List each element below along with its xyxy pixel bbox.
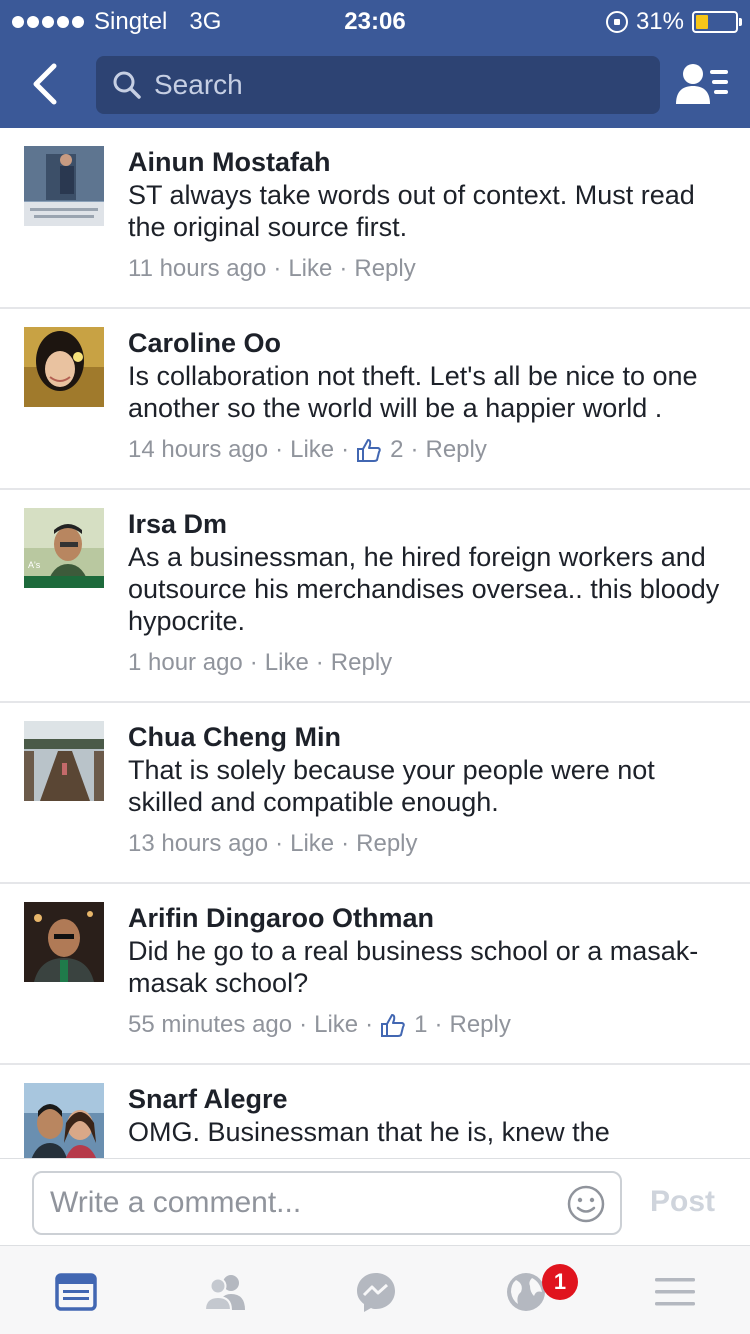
avatar[interactable]: A's <box>24 508 104 588</box>
thumbs-up-icon <box>357 439 381 462</box>
comment-author[interactable]: Chua Cheng Min <box>128 720 750 754</box>
search-input[interactable]: Search <box>96 56 660 114</box>
tab-notifications-globe-icon[interactable] <box>504 1270 548 1314</box>
nav-bar: Search <box>0 42 750 128</box>
like-link[interactable]: Like <box>265 647 309 679</box>
comment-author[interactable]: Irsa Dm <box>128 507 750 541</box>
comment-time[interactable]: 55 minutes ago <box>128 1009 292 1041</box>
tab-menu-hamburger-icon[interactable] <box>653 1270 697 1314</box>
like-link[interactable]: Like <box>290 828 334 860</box>
comment-author[interactable]: Caroline Oo <box>128 326 750 360</box>
like-link[interactable]: Like <box>288 253 332 285</box>
search-icon <box>113 71 141 99</box>
comment-author[interactable]: Snarf Alegre <box>128 1082 750 1116</box>
like-count[interactable]: 2 <box>390 434 403 466</box>
comment-placeholder: Write a comment... <box>50 1186 302 1219</box>
status-bar: Singtel 3G 23:06 31% <box>0 0 750 42</box>
comment-text: Is collaboration not theft. Let's all be… <box>128 361 698 423</box>
like-link[interactable]: Like <box>314 1009 358 1041</box>
chevron-left-icon <box>33 63 57 105</box>
separator-dot: · <box>275 436 284 463</box>
tab-bar <box>0 1246 750 1334</box>
like-count[interactable]: 1 <box>414 1009 427 1041</box>
battery-icon <box>692 11 742 33</box>
comment-meta: 11 hours ago · Like · Reply <box>128 253 750 285</box>
like-link[interactable]: Like <box>290 434 334 466</box>
friends-list-icon <box>676 64 728 104</box>
comment-text: OMG. Businessman that he is, knew the <box>128 1117 610 1147</box>
comment-input[interactable]: Write a comment... <box>32 1171 622 1235</box>
comment-time[interactable]: 11 hours ago <box>128 253 266 285</box>
reply-link[interactable]: Reply <box>450 1009 511 1041</box>
separator-dot: · <box>275 830 284 857</box>
tab-news-feed[interactable] <box>54 1270 98 1314</box>
comment-item: Chua Cheng Min That is solely because yo… <box>0 703 750 884</box>
post-button[interactable]: Post <box>650 1185 715 1219</box>
comment-time[interactable]: 1 hour ago <box>128 647 243 679</box>
avatar[interactable] <box>24 146 104 226</box>
comment-meta: 13 hours ago · Like · Reply <box>128 828 750 860</box>
reply-link[interactable]: Reply <box>356 828 417 860</box>
emoji-icon[interactable] <box>566 1184 606 1224</box>
separator-dot: · <box>434 1011 443 1038</box>
comment-author[interactable]: Ainun Mostafah <box>128 145 750 179</box>
comment-text: Did he go to a real business school or a… <box>128 936 699 998</box>
separator-dot: · <box>341 830 350 857</box>
separator-dot: · <box>410 436 419 463</box>
separator-dot: · <box>339 255 348 282</box>
comment-text: As a businessman, he hired foreign worke… <box>128 542 720 636</box>
separator-dot: · <box>365 1011 374 1038</box>
comment-composer: Write a comment... Post <box>0 1158 750 1246</box>
comments-list[interactable]: Ainun Mostafah ST always take words out … <box>0 128 750 1158</box>
avatar[interactable] <box>24 902 104 982</box>
comment-meta: 1 hour ago · Like · Reply <box>128 647 750 679</box>
reply-link[interactable]: Reply <box>426 434 487 466</box>
tab-friend-requests[interactable] <box>203 1270 247 1314</box>
reply-link[interactable]: Reply <box>331 647 392 679</box>
comment-author[interactable]: Arifin Dingaroo Othman <box>128 901 750 935</box>
thumbs-up-icon <box>381 1014 405 1037</box>
comment-item: Arifin Dingaroo Othman Did he go to a re… <box>0 884 750 1065</box>
reply-link[interactable]: Reply <box>354 253 415 285</box>
avatar[interactable] <box>24 1083 104 1158</box>
separator-dot: · <box>315 649 324 676</box>
comment-item: Snarf Alegre OMG. Businessman that he is… <box>0 1065 750 1158</box>
comment-item: A's Irsa Dm As a businessman, he hired f… <box>0 490 750 703</box>
separator-dot: · <box>249 649 258 676</box>
rotation-lock-icon <box>605 11 628 33</box>
comment-text: ST always take words out of context. Mus… <box>128 180 695 242</box>
search-placeholder: Search <box>154 69 243 100</box>
svg-text:A's: A's <box>28 560 41 570</box>
avatar[interactable] <box>24 327 104 407</box>
battery-percent: 31% <box>635 8 684 35</box>
separator-dot: · <box>341 436 350 463</box>
comment-item: Ainun Mostafah ST always take words out … <box>0 128 750 309</box>
friend-requests-button[interactable] <box>676 60 728 110</box>
separator-dot: · <box>273 255 282 282</box>
separator-dot: · <box>299 1011 308 1038</box>
comment-time[interactable]: 13 hours ago <box>128 828 268 860</box>
comment-meta: 14 hours ago · Like · 2 · Reply <box>128 434 750 466</box>
tab-messenger[interactable] <box>354 1270 398 1314</box>
comment-text: That is solely because your people were … <box>128 755 655 817</box>
comment-item: Caroline Oo Is collaboration not theft. … <box>0 309 750 490</box>
comment-time[interactable]: 14 hours ago <box>128 434 268 466</box>
notifications-badge[interactable]: 1 <box>542 1264 578 1300</box>
avatar[interactable] <box>24 721 104 801</box>
comment-meta: 55 minutes ago · Like · 1 · Reply <box>128 1009 750 1041</box>
back-button[interactable] <box>22 58 72 108</box>
top-bar: Singtel 3G 23:06 31% Search <box>0 0 750 128</box>
